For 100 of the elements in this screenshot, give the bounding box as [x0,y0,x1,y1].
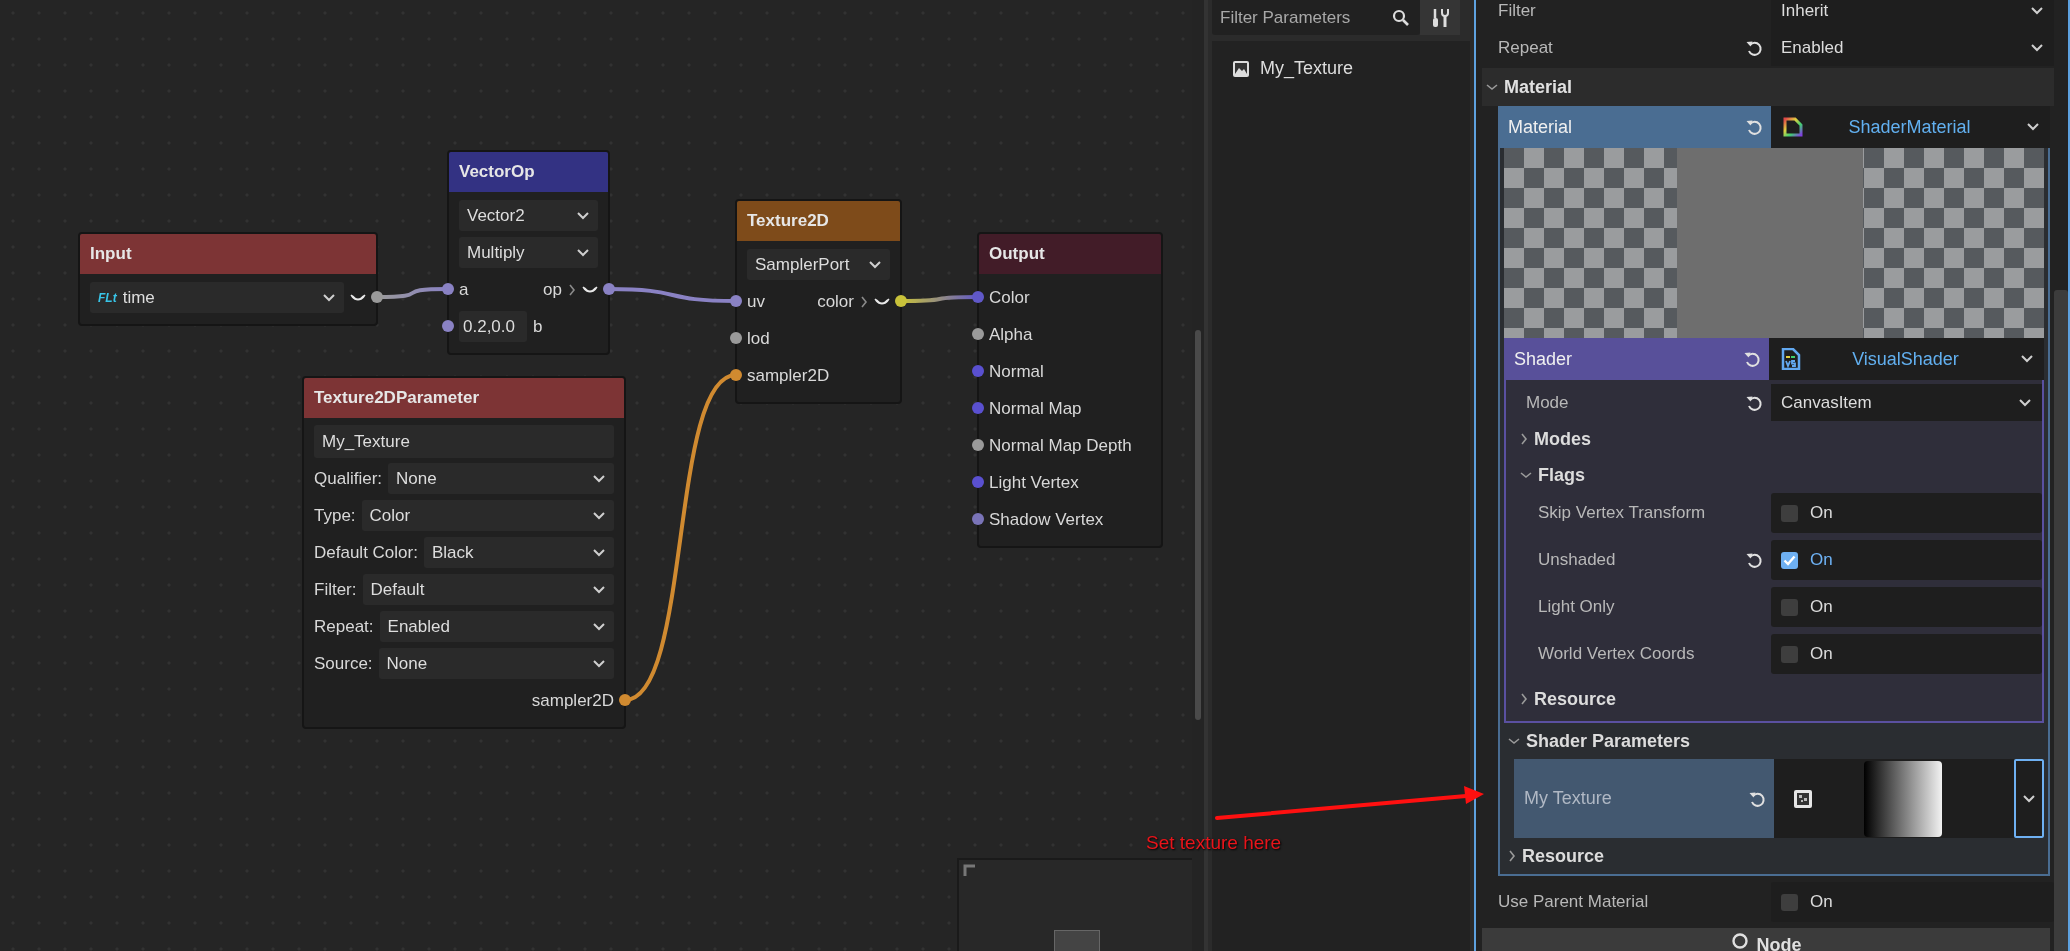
field-label: Default Color: [314,541,418,564]
tools-icon [1431,7,1449,28]
port[interactable] [730,332,742,344]
revert-icon[interactable] [1745,551,1763,569]
property-label: Unshaded [1538,549,1616,572]
caret-icon [2020,354,2034,364]
scrollbar-thumb[interactable] [1195,330,1201,720]
field-label: Qualifier: [314,467,383,490]
text-field[interactable]: My_Texture [314,425,614,458]
shader-material-icon [1783,117,1803,137]
dropdown[interactable]: Default [362,574,614,605]
port[interactable] [730,295,742,307]
property-label: Filter [1498,0,1536,22]
port[interactable] [442,283,454,295]
node-title: Texture2D [737,201,900,241]
resource-picker[interactable]: VisualShader [1769,338,2010,380]
property-label: Skip Vertex Transform [1538,502,1706,525]
texture-thumbnail[interactable] [1864,760,1942,837]
group-header[interactable]: Flags [1506,457,1585,493]
port[interactable] [603,283,615,295]
ring-icon [1730,932,1749,950]
checkbox[interactable] [1781,893,1798,911]
node-tab-button[interactable]: Node [1482,928,2050,951]
checkbox-field[interactable]: On [1771,587,2042,627]
node-title: Input [80,234,376,274]
group-header[interactable]: Shader Parameters [1504,723,1691,759]
checkbox[interactable] [1781,598,1798,616]
texture-icon[interactable] [1794,789,1812,808]
dropdown-button[interactable] [2010,338,2044,380]
visual-shader-icon [1781,348,1801,370]
revert-icon[interactable] [1743,350,1761,368]
caret-icon [576,247,590,258]
dropdown[interactable]: None [378,648,614,679]
checkbox-field[interactable]: On [1771,882,2054,922]
parameter-item[interactable]: My_Texture [1260,55,1354,82]
port[interactable] [972,513,984,525]
caret-icon [868,259,882,270]
caret-icon [592,584,606,595]
caret-icon [576,210,590,221]
scrollbar-thumb[interactable] [2054,290,2068,951]
checkbox[interactable] [1781,551,1798,569]
resize-handle-icon[interactable] [963,864,975,876]
caret-icon [2022,793,2036,804]
property-label: My Texture [1524,787,1612,810]
chevron-icon[interactable] [568,283,576,296]
port-label: Normal Map Depth [989,434,1132,457]
resource-picker[interactable]: ShaderMaterial [1771,106,2016,148]
property-label: World Vertex Coords [1538,643,1695,666]
search-field[interactable]: Filter Parameters [1212,0,1420,35]
caret-icon [2030,5,2044,16]
group-header[interactable]: Resource [1506,681,1617,717]
dropdown[interactable]: Enabled [379,611,614,642]
dropdown[interactable]: None [388,463,614,494]
port-label: Color [989,286,1030,309]
property-label: Material [1508,115,1573,139]
property-label: Mode [1526,391,1569,414]
dropdown-button[interactable] [2016,106,2050,148]
field-label: Filter: [314,578,357,601]
group-header[interactable]: Resource [1504,838,1605,874]
port[interactable] [972,328,984,340]
caret-icon [592,473,606,484]
caret-icon [592,510,606,521]
port-label: b [533,315,543,338]
port[interactable] [371,291,383,303]
port-label: Normal Map [989,397,1082,420]
dropdown[interactable]: SamplerPort [747,249,890,280]
port-label: sampler2D [531,689,614,712]
port-label: uv [747,290,765,313]
checkbox[interactable] [1781,504,1798,522]
field-label: Type: [314,504,356,527]
port-label: Normal [989,360,1044,383]
checkbox-field[interactable]: On [1771,493,2042,533]
dropdown-button[interactable] [2014,759,2044,838]
group-header[interactable]: Modes [1506,421,1591,457]
tools-button[interactable] [1420,0,1460,35]
dropdown[interactable]: CanvasItem [1771,384,2042,421]
port[interactable] [442,320,454,332]
dropdown[interactable]: Color [361,500,614,531]
dropdown[interactable]: FLt time [90,282,344,313]
dropdown[interactable]: Vector2 [459,200,598,231]
checkbox-field[interactable]: On [1771,540,2042,580]
port[interactable] [730,369,742,381]
dropdown[interactable]: Black [423,537,614,568]
section-header[interactable]: Material [1482,68,2054,106]
port-label: a [459,278,469,301]
property-label: Light Only [1538,596,1615,619]
dropdown[interactable]: Enabled [1771,29,2054,66]
caret-icon [2030,42,2044,53]
dropdown[interactable]: Multiply [459,237,598,268]
image-icon [1232,59,1250,78]
chevron-icon[interactable] [860,295,868,308]
node-title: VectorOp [449,152,608,192]
port[interactable] [972,439,984,451]
checkbox[interactable] [1781,645,1798,663]
caret-icon [592,658,606,669]
dropdown[interactable]: Inherit [1771,0,2054,29]
port[interactable] [619,694,631,706]
value-field[interactable]: 0.2,0.0 [459,311,527,342]
checkbox-field[interactable]: On [1771,634,2042,674]
port[interactable] [895,295,907,307]
